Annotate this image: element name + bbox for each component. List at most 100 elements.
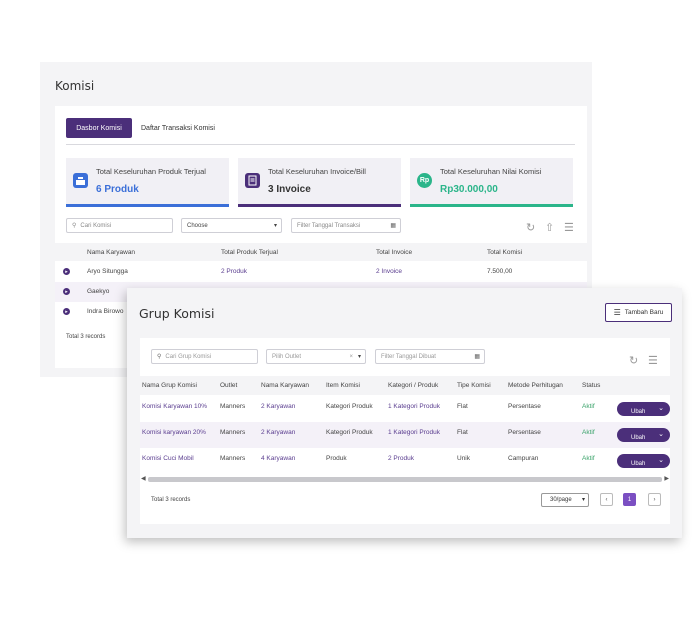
- search-placeholder: Cari Komisi: [80, 222, 112, 229]
- column-header: Total Invoice: [376, 249, 413, 256]
- stat-label: Total Keseluruhan Invoice/Bill: [268, 167, 366, 176]
- date-placeholder: Filter Tanggal Dibuat: [381, 353, 436, 360]
- next-page-button[interactable]: ›: [648, 493, 661, 506]
- chevron-down-icon[interactable]: ⌄: [658, 404, 664, 412]
- edit-button[interactable]: Ubah ⌄: [617, 454, 670, 468]
- column-header: Total Komisi: [487, 249, 523, 256]
- column-header: Item Komisi: [326, 382, 360, 389]
- cell-group-name-link[interactable]: Komisi karyawan 20%: [142, 429, 206, 436]
- column-header: Total Produk Terjual: [221, 249, 278, 256]
- stat-accent-bar: [410, 204, 573, 207]
- cell-item: Kategori Produk: [326, 429, 373, 436]
- date-filter-input[interactable]: Filter Tanggal Transaksi ▦: [291, 218, 401, 233]
- edit-label: Ubah: [631, 409, 646, 415]
- cell-name: Gaekyo: [87, 288, 110, 295]
- cell-name: Indra Birowo: [87, 308, 124, 315]
- column-header: Outlet: [220, 382, 238, 389]
- table-row[interactable]: Komisi karyawan 20% Manners 2 Karyawan K…: [140, 422, 670, 448]
- expand-row-icon[interactable]: ▸: [63, 308, 70, 315]
- stat-value: 3 Invoice: [268, 184, 311, 195]
- tab-dasbor-komisi[interactable]: Dasbor Komisi: [66, 118, 132, 138]
- cell-name: Aryo Situngga: [87, 268, 128, 275]
- settings-sliders-icon[interactable]: ☰: [564, 221, 574, 234]
- page-size-select[interactable]: 30/page ▾: [541, 493, 589, 507]
- cell-category-link[interactable]: 1 Kategori Produk: [388, 429, 440, 436]
- cell-method: Persentase: [508, 429, 541, 436]
- column-header: Kategori / Produk: [388, 382, 439, 389]
- stat-value: 6 Produk: [96, 184, 139, 195]
- horizontal-scrollbar[interactable]: ◀ ▶: [140, 476, 670, 483]
- stat-accent-bar: [66, 204, 229, 207]
- refresh-icon[interactable]: ↻: [526, 221, 535, 234]
- cell-outlet: Manners: [220, 403, 246, 410]
- chevron-down-icon[interactable]: ⌄: [658, 456, 664, 464]
- stat-value: Rp30.000,00: [440, 184, 498, 195]
- stat-label: Total Keseluruhan Produk Terjual: [96, 167, 206, 176]
- status-badge: Aktif: [582, 403, 595, 410]
- cell-employees-link[interactable]: 2 Karyawan: [261, 429, 295, 436]
- edit-button[interactable]: Ubah ⌄: [617, 428, 670, 442]
- cell-item: Produk: [326, 455, 347, 462]
- chevron-down-icon: ▾: [581, 497, 585, 503]
- calendar-icon: ▦: [474, 354, 480, 360]
- search-placeholder: Cari Grup Komisi: [165, 353, 212, 360]
- cash-register-icon: [73, 173, 88, 188]
- total-records: Total 3 records: [151, 497, 191, 503]
- refresh-icon[interactable]: ↻: [629, 354, 638, 367]
- cell-item: Kategori Produk: [326, 403, 373, 410]
- table-header: Nama Karyawan Total Produk Terjual Total…: [55, 243, 587, 261]
- search-input[interactable]: ⚲ Cari Komisi: [66, 218, 173, 233]
- page-size-value: 30/page: [550, 497, 572, 503]
- table-row[interactable]: Komisi Cuci Mobil Manners 4 Karyawan Pro…: [140, 448, 670, 474]
- scrollbar-thumb[interactable]: [148, 477, 662, 482]
- cell-method: Campuran: [508, 455, 539, 462]
- outlet-select[interactable]: Pilih Outlet × ▾: [266, 349, 366, 364]
- cell-group-name-link[interactable]: Komisi Cuci Mobil: [142, 455, 194, 462]
- cell-produk-link[interactable]: 2 Produk: [221, 268, 247, 275]
- cell-group-name-link[interactable]: Komisi Karyawan 10%: [142, 403, 207, 410]
- date-filter-input[interactable]: Filter Tanggal Dibuat ▦: [375, 349, 485, 364]
- invoice-icon: [245, 173, 260, 188]
- prev-page-button[interactable]: ‹: [600, 493, 613, 506]
- choose-select[interactable]: Choose ▾: [181, 218, 282, 233]
- cell-invoice-link[interactable]: 2 Invoice: [376, 268, 402, 275]
- table-header: Nama Grup Komisi Outlet Nama Karyawan It…: [140, 376, 670, 395]
- calendar-icon: ▦: [390, 223, 396, 229]
- table-row[interactable]: ▸ Aryo Situngga 2 Produk 2 Invoice 7.500…: [55, 262, 587, 282]
- scroll-left-icon[interactable]: ◀: [141, 475, 146, 482]
- stat-card-invoice: Total Keseluruhan Invoice/Bill 3 Invoice: [238, 158, 401, 207]
- outlet-placeholder: Pilih Outlet: [272, 353, 302, 360]
- scroll-right-icon[interactable]: ▶: [664, 475, 669, 482]
- expand-row-icon[interactable]: ▸: [63, 288, 70, 295]
- cell-employees-link[interactable]: 2 Karyawan: [261, 403, 295, 410]
- chevron-down-icon[interactable]: ⌄: [658, 430, 664, 438]
- stat-card-produk: Total Keseluruhan Produk Terjual 6 Produ…: [66, 158, 229, 207]
- search-input[interactable]: ⚲ Cari Grup Komisi: [151, 349, 258, 364]
- stage: Komisi Dasbor Komisi Daftar Transaksi Ko…: [0, 0, 700, 618]
- tab-daftar-transaksi-komisi[interactable]: Daftar Transaksi Komisi: [141, 118, 215, 138]
- chevron-down-icon: ▾: [273, 223, 277, 229]
- clear-icon[interactable]: ×: [349, 354, 353, 360]
- export-icon[interactable]: ⇧: [545, 221, 554, 234]
- cell-category-link[interactable]: 2 Produk: [388, 455, 414, 462]
- expand-row-icon[interactable]: ▸: [63, 268, 70, 275]
- cell-outlet: Manners: [220, 455, 246, 462]
- column-header: Nama Karyawan: [261, 382, 310, 389]
- add-list-icon: ☰: [613, 308, 621, 317]
- grup-komisi-panel: Grup Komisi ☰ Tambah Baru ⚲ Cari Grup Ko…: [127, 288, 682, 538]
- cell-category-link[interactable]: 1 Kategori Produk: [388, 403, 440, 410]
- settings-sliders-icon[interactable]: ☰: [648, 354, 658, 367]
- edit-label: Ubah: [631, 435, 646, 441]
- cell-employees-link[interactable]: 4 Karyawan: [261, 455, 295, 462]
- page-number-button[interactable]: 1: [623, 493, 636, 506]
- add-new-button[interactable]: ☰ Tambah Baru: [605, 303, 672, 322]
- table-row[interactable]: Komisi Karyawan 10% Manners 2 Karyawan K…: [140, 396, 670, 422]
- page-title: Grup Komisi: [139, 306, 215, 321]
- cell-total: 7.500,00: [487, 268, 513, 275]
- column-header: Nama Karyawan: [87, 249, 136, 256]
- page-title: Komisi: [55, 79, 95, 93]
- cell-type: Flat: [457, 429, 468, 436]
- edit-button[interactable]: Ubah ⌄: [617, 402, 670, 416]
- search-icon: ⚲: [72, 223, 77, 229]
- column-header: Metode Perhitugan: [508, 382, 563, 389]
